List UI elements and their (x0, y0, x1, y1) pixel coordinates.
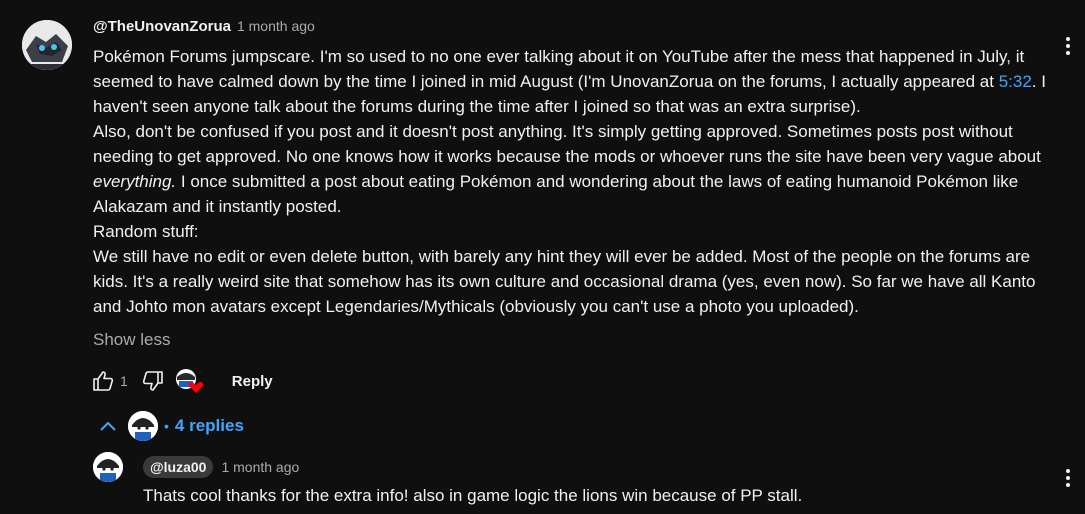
comment-paragraph-2: Also, don't be confused if you post and … (93, 119, 1053, 219)
comment-header: @TheUnovanZorua 1 month ago (93, 18, 1053, 44)
reply-time[interactable]: 1 month ago (221, 459, 299, 475)
dislike-button[interactable] (138, 366, 168, 396)
reply-button[interactable]: Reply (232, 373, 273, 390)
comment-emphasis: everything. (93, 172, 177, 191)
replies-count-label: 4 replies (174, 416, 244, 435)
like-count: 1 (120, 373, 128, 389)
reply-text: Thats cool thanks for the extra info! al… (143, 486, 803, 505)
chevron-up-icon (94, 420, 122, 432)
thumb-down-icon (142, 371, 163, 391)
reply-more-button[interactable] (1056, 466, 1080, 490)
more-dot (1066, 51, 1070, 55)
comment-paragraph-3: Random stuff: (93, 222, 199, 241)
comment-text: Pokémon Forums jumpscare. I'm so used to… (93, 47, 1025, 91)
creator-heart[interactable] (172, 366, 206, 396)
replies-toggle[interactable]: • 4 replies (94, 410, 244, 442)
more-dot (1066, 44, 1070, 48)
comment-body: @TheUnovanZorua 1 month ago Pokémon Foru… (93, 18, 1053, 319)
show-less-button[interactable]: Show less (93, 330, 170, 350)
comment-text: Also, don't be confused if you post and … (93, 122, 1041, 166)
reply-handle-chip[interactable]: @luza00 (143, 456, 214, 478)
thumb-up-icon (93, 371, 114, 391)
more-vert-icon (1066, 469, 1070, 473)
timestamp-link[interactable]: 5:32 (999, 72, 1032, 91)
comment-time[interactable]: 1 month ago (237, 18, 315, 34)
like-button[interactable] (88, 366, 118, 396)
more-dot (1066, 476, 1070, 480)
comment-text: I once submitted a post about eating Pok… (93, 172, 1019, 216)
reply-author-avatar-small (128, 411, 158, 441)
more-vert-icon (1066, 37, 1070, 41)
comment-paragraph-1: Pokémon Forums jumpscare. I'm so used to… (93, 44, 1053, 119)
commenter-avatar[interactable] (22, 20, 72, 70)
creator-heart-icon (175, 369, 204, 393)
separator-dot: • (164, 418, 169, 434)
more-dot (1066, 483, 1070, 487)
reply-body: @luza00 1 month ago Thats cool thanks fo… (143, 454, 802, 506)
commenter-handle[interactable]: @TheUnovanZorua (93, 18, 231, 35)
comment-more-button[interactable] (1056, 34, 1080, 58)
comment-paragraph-4: We still have no edit or even delete but… (93, 247, 1036, 316)
reply-header: @luza00 1 month ago (143, 454, 802, 480)
reply-avatar[interactable] (93, 452, 123, 482)
comment-actions: 1 Reply (88, 366, 273, 396)
